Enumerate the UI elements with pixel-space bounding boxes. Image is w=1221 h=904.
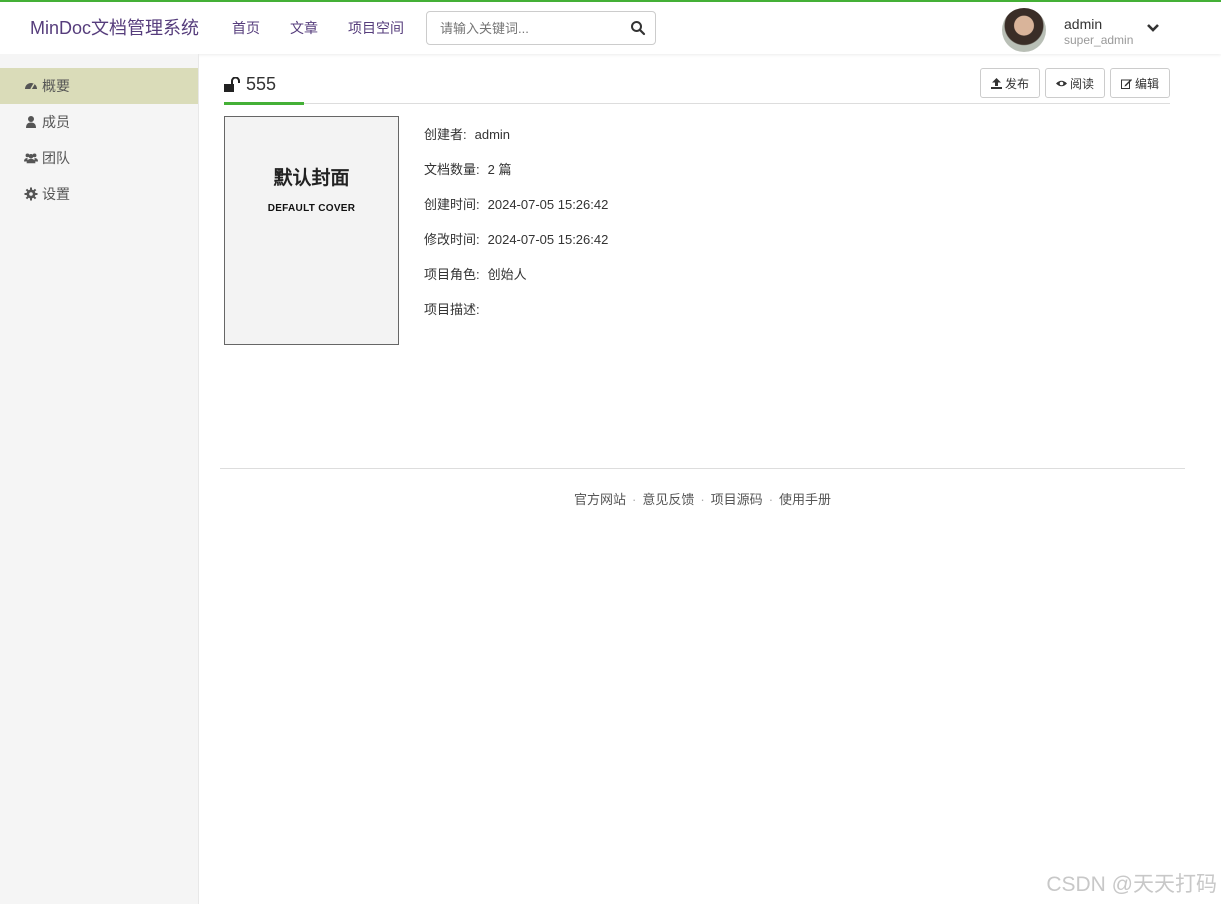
project-title: 555 [246,74,277,94]
title-underline [224,102,304,105]
page-title: 555 [224,74,276,95]
footer-separator: · [768,492,774,507]
info-row-role: 项目角色: 创始人 [424,267,527,282]
nav-articles[interactable]: 文章 [290,18,318,38]
project-cover: 默认封面 DEFAULT COVER [224,116,399,345]
sidebar-item-team[interactable]: 团队 [0,140,198,176]
nav-project-space[interactable]: 项目空间 [348,18,404,38]
footer-link-source[interactable]: 项目源码 [711,492,763,507]
search-box [426,11,656,45]
sidebar-item-settings[interactable]: 设置 [0,176,198,212]
user-name: admin [1064,16,1103,32]
footer-separator: · [700,492,705,507]
user-role: super_admin [1064,33,1134,47]
sidebar-item-overview[interactable]: 概要 [0,68,198,104]
sidebar-item-label: 设置 [42,186,70,202]
footer-link-feedback[interactable]: 意见反馈 [642,492,694,507]
eye-icon [1055,80,1067,86]
edit-button[interactable]: 编辑 [1109,68,1170,98]
sidebar: 概要 成员 团队 设置 [0,54,199,904]
cover-title-cn: 默认封面 [273,167,350,189]
top-navbar: MinDoc文档管理系统 首页 文章 项目空间 admin super_admi… [0,0,1221,54]
footer: 官方网站 · 意见反馈 · 项目源码 · 使用手册 [220,468,1185,508]
info-row-created: 创建时间: 2024-07-05 15:26:42 [424,197,609,212]
info-row-description: 项目描述: [424,302,480,317]
users-icon [24,153,38,164]
user-menu[interactable]: admin super_admin [1002,8,1172,52]
upload-icon [990,77,1002,89]
avatar[interactable] [1002,8,1046,52]
footer-link-manual[interactable]: 使用手册 [779,492,831,507]
edit-icon [1120,78,1132,89]
info-row-doc-count: 文档数量: 2 篇 [424,162,512,177]
info-row-modified: 修改时间: 2024-07-05 15:26:42 [424,232,609,247]
footer-link-official[interactable]: 官方网站 [574,492,626,507]
nav-home[interactable]: 首页 [232,18,260,38]
unlock-icon [224,76,240,92]
info-row-creator: 创建者: admin [424,127,511,142]
read-button[interactable]: 阅读 [1044,68,1105,98]
project-header: 555 发布 阅读 编辑 [224,68,1170,105]
sidebar-item-label: 成员 [42,114,70,130]
gear-icon [24,187,38,201]
cover-title-en: DEFAULT COVER [267,203,356,214]
dashboard-icon [25,83,37,90]
brand-logo[interactable]: MinDoc文档管理系统 [30,14,199,40]
action-buttons: 发布 阅读 编辑 [979,68,1170,98]
search-input[interactable] [427,12,617,44]
footer-separator: · [631,492,637,507]
sidebar-item-label: 团队 [42,150,70,166]
main-nav: 首页 文章 项目空间 [232,18,434,38]
sidebar-item-label: 概要 [42,78,70,94]
publish-button[interactable]: 发布 [979,68,1040,98]
project-info: 创建者: admin 文档数量: 2 篇 创建时间: 2024-07-05 15:26… [424,124,608,334]
search-icon[interactable] [630,20,646,36]
sidebar-item-members[interactable]: 成员 [0,104,198,140]
user-icon [26,116,36,128]
watermark: CSDN @天天打码 [1046,873,1217,896]
chevron-down-icon[interactable] [1146,22,1160,34]
